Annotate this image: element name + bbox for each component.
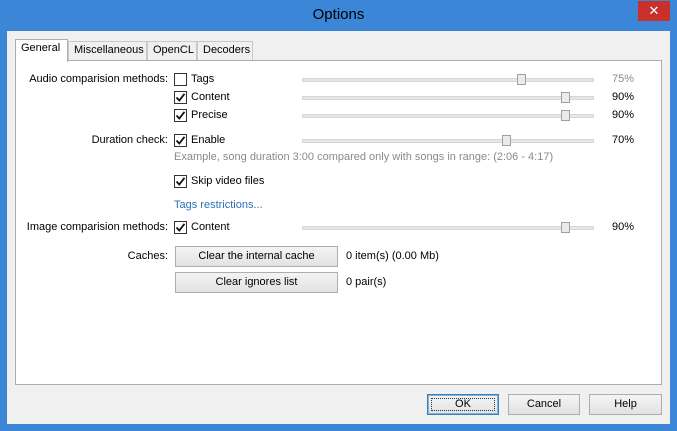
dialog-client-area: General Miscellaneous OpenCL Decoders Au…: [7, 31, 670, 424]
tags-checkbox[interactable]: [174, 73, 187, 86]
tab-opencl[interactable]: OpenCL: [147, 41, 197, 60]
image-content-checkbox[interactable]: [174, 221, 187, 234]
tab-label: General: [21, 42, 61, 54]
clear-cache-button[interactable]: Clear the internal cache: [175, 246, 338, 267]
help-button-label: Help: [614, 398, 637, 410]
skip-video-label: Skip video files: [191, 175, 265, 187]
ignores-info-text: 0 pair(s): [346, 276, 387, 288]
content-checkbox-label: Content: [191, 91, 230, 103]
tab-decoders[interactable]: Decoders: [197, 41, 253, 60]
duration-slider[interactable]: [302, 135, 594, 146]
content-slider[interactable]: [302, 92, 594, 103]
cache-info-text: 0 item(s) (0.00 Mb): [346, 250, 439, 262]
slider-thumb[interactable]: [517, 74, 526, 85]
tags-percent: 75%: [612, 73, 635, 85]
precise-checkbox[interactable]: [174, 109, 187, 122]
tags-checkbox-label: Tags: [191, 73, 215, 85]
slider-thumb[interactable]: [502, 135, 512, 146]
checkmark-icon: [175, 111, 186, 120]
duration-check-label: Duration check:: [91, 134, 168, 146]
title-bar[interactable]: Options ✕: [0, 0, 677, 31]
image-content-percent: 90%: [612, 221, 635, 233]
tags-restrictions-link[interactable]: Tags restrictions...: [174, 199, 263, 211]
general-panel: Audio comparision methods: Tags 75% Cont…: [15, 60, 662, 385]
tags-slider[interactable]: [302, 74, 594, 85]
content-percent: 90%: [612, 91, 635, 103]
duration-example-text: Example, song duration 3:00 compared onl…: [174, 151, 554, 163]
help-button[interactable]: Help: [589, 394, 662, 415]
slider-thumb[interactable]: [560, 110, 570, 121]
duration-enable-label: Enable: [191, 134, 226, 146]
clear-ignores-button-label: Clear ignores list: [215, 276, 298, 288]
image-content-label: Content: [191, 221, 230, 233]
audio-methods-label: Audio comparision methods:: [29, 73, 168, 85]
image-content-slider[interactable]: [302, 222, 594, 233]
clear-ignores-button[interactable]: Clear ignores list: [175, 272, 338, 293]
close-button[interactable]: ✕: [638, 1, 670, 21]
clear-cache-button-label: Clear the internal cache: [198, 250, 315, 262]
tab-label: OpenCL: [153, 44, 194, 56]
cancel-button[interactable]: Cancel: [508, 394, 580, 415]
cancel-button-label: Cancel: [526, 398, 562, 410]
slider-thumb[interactable]: [560, 92, 570, 103]
slider-thumb[interactable]: [560, 222, 570, 233]
options-dialog: Options ✕ General Miscellaneous OpenCL D…: [0, 0, 677, 431]
duration-enable-checkbox[interactable]: [174, 134, 187, 147]
caches-label: Caches:: [127, 250, 168, 262]
precise-checkbox-label: Precise: [191, 109, 228, 121]
window-title: Options: [312, 6, 365, 23]
checkmark-icon: [175, 136, 186, 145]
close-icon: ✕: [648, 3, 660, 18]
tab-general[interactable]: General: [15, 39, 68, 62]
tab-label: Miscellaneous: [74, 44, 144, 56]
checkmark-icon: [175, 223, 186, 232]
precise-percent: 90%: [612, 109, 635, 121]
checkmark-icon: [175, 177, 186, 186]
precise-slider[interactable]: [302, 110, 594, 121]
content-checkbox[interactable]: [174, 91, 187, 104]
ok-button[interactable]: OK: [427, 394, 499, 415]
ok-button-label: OK: [455, 398, 471, 410]
image-methods-label: Image comparision methods:: [26, 221, 168, 233]
tab-label: Decoders: [203, 44, 251, 56]
tab-miscellaneous[interactable]: Miscellaneous: [68, 41, 147, 60]
checkmark-icon: [175, 93, 186, 102]
skip-video-checkbox[interactable]: [174, 175, 187, 188]
duration-percent: 70%: [612, 134, 635, 146]
